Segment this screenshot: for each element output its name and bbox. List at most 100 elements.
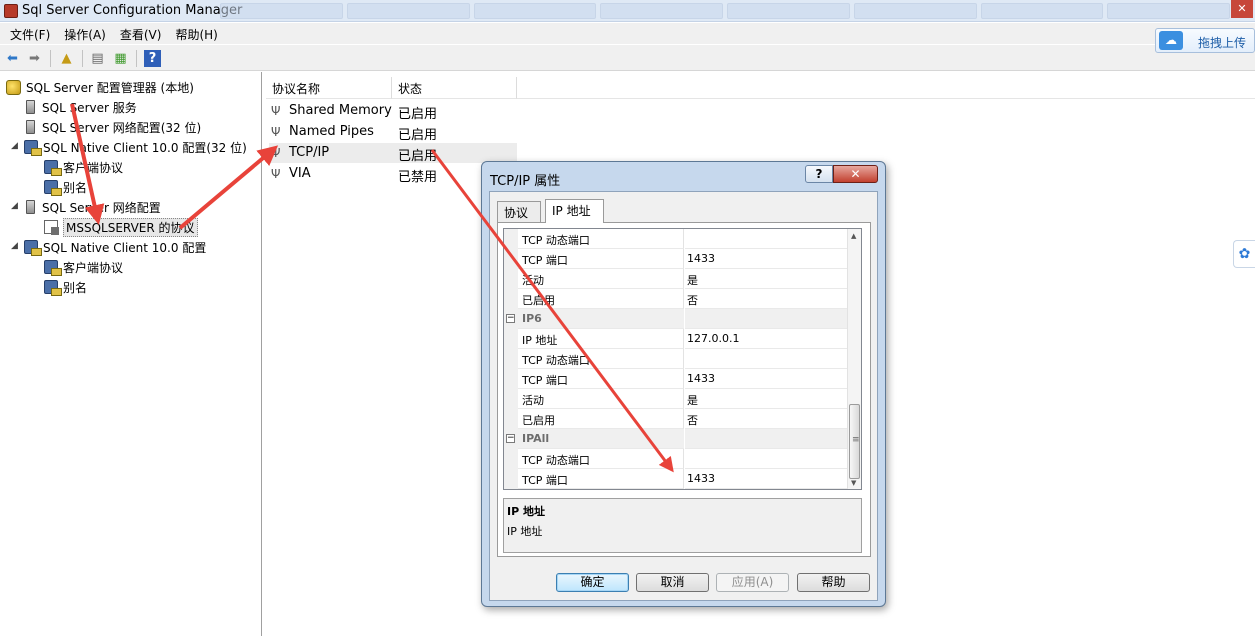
property-row[interactable]: TCP 端口 1433 <box>504 249 849 269</box>
property-row[interactable]: TCP 动态端口 <box>504 229 849 249</box>
tree-item-label: SQL Server 配置管理器 (本地) <box>26 80 194 95</box>
expand-triangle-icon[interactable]: ◢ <box>11 241 21 251</box>
property-name: 已启用 <box>518 289 684 309</box>
cancel-button[interactable]: 取消 <box>636 573 709 592</box>
collapse-icon[interactable]: − <box>506 314 515 323</box>
background-tab[interactable] <box>1107 3 1230 19</box>
help-icon[interactable]: ? <box>144 50 161 67</box>
tree-item-services[interactable]: SQL Server 服务 <box>24 98 137 116</box>
property-value[interactable]: 是 <box>685 269 849 289</box>
back-arrow-icon[interactable]: ⬅ <box>4 50 21 67</box>
column-header-status[interactable]: 状态 <box>392 77 517 99</box>
forward-arrow-icon[interactable]: ➡ <box>26 50 43 67</box>
dialog-help-button[interactable]: ? <box>805 165 833 183</box>
export-list-icon[interactable]: ▦ <box>112 50 129 67</box>
protocol-status: 已启用 <box>398 107 438 122</box>
property-value[interactable]: 否 <box>685 289 849 309</box>
properties-icon[interactable]: ▤ <box>89 50 106 67</box>
apply-button[interactable]: 应用(A) <box>716 573 789 592</box>
client-config-icon <box>24 240 42 256</box>
category-row-ipall[interactable]: − IPAll <box>504 429 849 449</box>
property-row[interactable]: TCP 动态端口 <box>504 349 849 369</box>
property-value[interactable]: 是 <box>685 389 849 409</box>
background-tab[interactable] <box>220 3 343 19</box>
tree-item-label: SQL Native Client 10.0 配置(32 位) <box>43 140 247 155</box>
tab-protocol[interactable]: 协议 <box>497 201 541 222</box>
tree-item-native-client-32[interactable]: SQL Native Client 10.0 配置(32 位) <box>24 138 247 156</box>
tree-item-network[interactable]: SQL Server 网络配置 <box>24 198 161 216</box>
tab-ip-addresses[interactable]: IP 地址 <box>545 199 604 223</box>
property-row[interactable]: TCP 端口 1433 <box>504 369 849 389</box>
column-header-name[interactable]: 协议名称 <box>266 77 392 99</box>
property-row[interactable]: 已启用否 <box>504 289 849 309</box>
property-value[interactable] <box>685 449 849 469</box>
scroll-grip-icon: ≡ <box>852 435 860 445</box>
property-row[interactable]: 活动是 <box>504 389 849 409</box>
tree-item-client-protocols[interactable]: 客户端协议 <box>44 258 123 276</box>
menu-bar: 文件(F) 操作(A) 查看(V) 帮助(H) <box>0 23 1255 44</box>
tree-item-aliases-32[interactable]: 别名 <box>44 178 87 196</box>
property-value[interactable]: 1433 <box>685 469 849 489</box>
property-name: 活动 <box>518 389 684 409</box>
menu-view[interactable]: 查看(V) <box>114 23 170 44</box>
protocol-icon <box>44 220 59 235</box>
up-folder-icon[interactable]: ▲ <box>58 50 75 67</box>
property-row[interactable]: TCP 端口 1433 <box>504 469 849 489</box>
tree-item-native-client[interactable]: SQL Native Client 10.0 配置 <box>24 238 206 256</box>
drag-upload-label: 拖拽上传 <box>1198 36 1247 50</box>
tree-item-network-32[interactable]: SQL Server 网络配置(32 位) <box>24 118 201 136</box>
tree-item-mssqlserver-protocols[interactable]: MSSQLSERVER 的协议 <box>44 217 198 237</box>
tree-item-root[interactable]: SQL Server 配置管理器 (本地) <box>6 78 194 96</box>
menu-file[interactable]: 文件(F) <box>4 23 58 44</box>
property-value[interactable] <box>685 229 849 249</box>
property-row[interactable]: 活动是 <box>504 269 849 289</box>
property-row[interactable]: 已启用否 <box>504 409 849 429</box>
scroll-up-arrow-icon[interactable]: ▲ <box>851 232 856 240</box>
menu-action[interactable]: 操作(A) <box>58 23 114 44</box>
category-row-ip6[interactable]: − IP6 <box>504 309 849 329</box>
property-name: TCP 动态端口 <box>518 449 684 469</box>
protocol-status: 已启用 <box>398 149 438 164</box>
background-tab[interactable] <box>853 3 977 19</box>
property-row[interactable]: IP 地址 127.0.0.1 <box>504 329 849 349</box>
scrollbar-thumb[interactable]: ≡ <box>849 404 860 479</box>
menu-help[interactable]: 帮助(H) <box>169 23 225 44</box>
tree-item-client-protocols-32[interactable]: 客户端协议 <box>44 158 123 176</box>
property-value[interactable] <box>685 349 849 369</box>
property-row[interactable]: TCP 动态端口 <box>504 449 849 469</box>
collapse-icon[interactable]: − <box>506 434 515 443</box>
background-tab[interactable] <box>980 3 1104 19</box>
property-value[interactable]: 否 <box>685 409 849 429</box>
property-value[interactable]: 1433 <box>685 369 849 389</box>
list-row[interactable]: Ψ Shared Memory 已启用 <box>269 101 517 122</box>
dialog-close-button[interactable]: ✕ <box>833 165 878 183</box>
background-tab[interactable] <box>346 3 470 19</box>
protocol-status: 已启用 <box>398 128 438 143</box>
help-button[interactable]: 帮助 <box>797 573 870 592</box>
window-close-button[interactable]: ✕ <box>1231 0 1253 18</box>
tree-item-label: 别名 <box>63 180 88 195</box>
row-gutter <box>504 329 518 349</box>
list-row[interactable]: Ψ Named Pipes 已启用 <box>269 122 517 143</box>
list-row[interactable]: Ψ VIA 已禁用 <box>269 164 517 185</box>
tree-item-label: 别名 <box>63 280 88 295</box>
drag-upload-button[interactable]: ☁ 拖拽上传 <box>1155 28 1255 53</box>
list-row[interactable]: Ψ TCP/IP 已启用 <box>269 143 517 164</box>
tree-item-aliases[interactable]: 别名 <box>44 278 87 296</box>
tree-item-label: SQL Native Client 10.0 配置 <box>43 240 207 255</box>
background-tab[interactable] <box>727 3 850 19</box>
tree-item-label: MSSQLSERVER 的协议 <box>63 217 198 237</box>
property-value[interactable]: 127.0.0.1 <box>685 329 849 349</box>
expand-triangle-icon[interactable]: ◢ <box>11 141 21 151</box>
tcpip-properties-dialog: TCP/IP 属性 ? ✕ 协议 IP 地址 TCP 动态端口 TCP 端口 14… <box>481 161 886 607</box>
alias-icon <box>44 180 62 196</box>
background-tab[interactable] <box>473 3 597 19</box>
property-grid-scrollbar[interactable]: ▲ ≡ ▼ <box>847 229 861 489</box>
tree-item-label: SQL Server 网络配置 <box>42 200 161 215</box>
ok-button[interactable]: 确定 <box>556 573 629 592</box>
property-value[interactable]: 1433 <box>685 249 849 269</box>
background-tab[interactable] <box>600 3 723 19</box>
paw-icon[interactable]: ✿ <box>1233 240 1255 268</box>
scroll-down-arrow-icon[interactable]: ▼ <box>851 479 856 487</box>
expand-triangle-icon[interactable]: ◢ <box>11 201 21 211</box>
